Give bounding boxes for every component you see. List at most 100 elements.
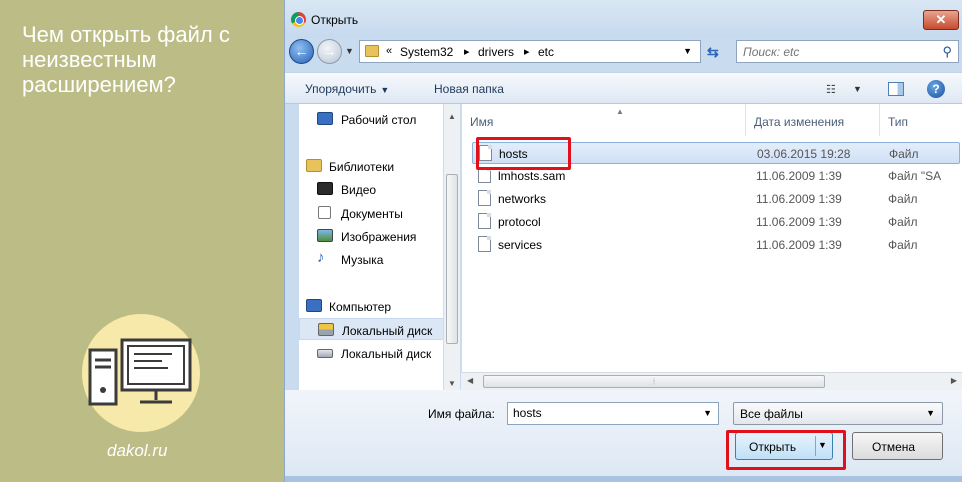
file-name: services [498, 238, 543, 252]
column-header-date[interactable]: Дата изменения [746, 104, 880, 136]
column-header-type[interactable]: Тип [880, 104, 962, 136]
chevron-right-icon[interactable]: ▸ [464, 45, 470, 58]
folder-icon [365, 45, 379, 57]
search-icon[interactable]: ⚲ [942, 44, 952, 60]
refresh-icon[interactable]: ⇆ [707, 44, 719, 61]
nav-item-label: Музыка [341, 253, 384, 267]
open-file-dialog: Открыть ✕ ← → ▼ « System32 ▸ drivers ▸ e… [284, 0, 962, 482]
file-row-networks[interactable]: networks 11.06.2009 1:39 Файл [472, 188, 960, 210]
nav-item-local-disk-d[interactable]: Локальный диск [299, 342, 459, 364]
filetype-select[interactable]: Все файлы ▼ [733, 402, 943, 425]
help-icon[interactable]: ? [927, 80, 945, 98]
nav-item-label: Компьютер [329, 300, 392, 314]
filename-dropdown-icon[interactable]: ▼ [703, 408, 712, 418]
file-name: lmhosts.sam [498, 169, 566, 183]
scroll-right-icon[interactable]: ▶ [951, 376, 957, 385]
cancel-button-label: Отмена [872, 440, 916, 454]
local-disk-icon [318, 323, 334, 336]
documents-icon [318, 206, 331, 219]
horizontal-scrollbar[interactable]: ◀ ⦙ ▶ [461, 372, 962, 390]
file-row-services[interactable]: services 11.06.2009 1:39 Файл [472, 234, 960, 256]
file-type: Файл [888, 215, 918, 229]
computer-icon [306, 299, 322, 312]
address-dropdown-icon[interactable]: ▼ [683, 46, 692, 56]
breadcrumb-system32[interactable]: System32 [400, 45, 453, 59]
view-options-icon[interactable]: ☷ [826, 83, 836, 96]
file-row-protocol[interactable]: protocol 11.06.2009 1:39 Файл [472, 211, 960, 233]
breadcrumb-etc[interactable]: etc [538, 45, 554, 59]
video-icon [317, 182, 333, 195]
file-type: Файл [889, 147, 919, 161]
file-date: 11.06.2009 1:39 [756, 215, 842, 229]
bottom-panel: Имя файла: ▼ Все файлы ▼ Открыть Отмена [285, 390, 962, 482]
file-type: Файл [888, 192, 918, 206]
filename-combo[interactable]: ▼ [507, 402, 719, 425]
cancel-button[interactable]: Отмена [852, 432, 943, 460]
file-icon [478, 236, 491, 252]
new-folder-button[interactable]: Новая папка [434, 82, 504, 96]
search-input[interactable] [743, 44, 923, 59]
scroll-up-icon[interactable]: ▲ [448, 112, 456, 121]
nav-item-desktop[interactable]: Рабочий стол [299, 108, 459, 130]
navigation-pane: Рабочий стол Библиотеки Видео Документы … [299, 104, 459, 390]
nav-item-computer[interactable]: Компьютер [299, 295, 459, 317]
nav-item-documents[interactable]: Документы [299, 202, 459, 224]
nav-item-label: Документы [341, 207, 403, 221]
file-date: 11.06.2009 1:39 [756, 238, 842, 252]
desktop-icon [317, 112, 333, 125]
filetype-dropdown-icon[interactable]: ▼ [926, 408, 935, 418]
computer-illustration-icon [82, 314, 200, 432]
nav-item-label: Рабочий стол [341, 113, 417, 127]
recent-pages-dropdown-icon[interactable]: ▼ [345, 46, 354, 56]
local-disk-icon [317, 349, 333, 358]
address-overflow[interactable]: « [386, 45, 392, 57]
nav-item-libraries[interactable]: Библиотеки [299, 155, 459, 177]
chrome-icon [291, 12, 306, 27]
view-dropdown-icon[interactable]: ▼ [853, 84, 862, 94]
column-header-name[interactable]: Имя ▲ [462, 104, 746, 136]
toolbar: Упорядочить ▼ Новая папка ☷ ▼ ? [285, 72, 962, 104]
navigation-scrollbar[interactable]: ▲ ▼ [443, 104, 460, 390]
scrollbar-thumb[interactable] [446, 174, 458, 344]
filename-label: Имя файла: [428, 407, 495, 421]
file-icon [478, 190, 491, 206]
back-button[interactable]: ← [289, 39, 314, 64]
search-box[interactable]: ⚲ [736, 40, 959, 63]
nav-item-label: Видео [341, 183, 377, 197]
nav-item-label: Библиотеки [329, 160, 395, 174]
chevron-right-icon[interactable]: ▸ [524, 45, 530, 58]
file-type: Файл [888, 238, 918, 252]
images-icon [317, 229, 333, 242]
filetype-value: Все файлы [740, 407, 803, 421]
nav-item-images[interactable]: Изображения [299, 225, 459, 247]
nav-item-music[interactable]: ♪ Музыка [299, 248, 459, 270]
close-button[interactable]: ✕ [923, 10, 959, 30]
file-name: networks [498, 192, 547, 206]
organize-label: Упорядочить [305, 82, 377, 96]
scrollbar-thumb[interactable]: ⦙ [483, 375, 825, 388]
nav-item-label: Локальный диск [342, 324, 433, 338]
scroll-down-icon[interactable]: ▼ [448, 379, 456, 388]
banner-title: Чем открыть файл с неизвестным расширени… [22, 22, 230, 97]
libraries-icon [306, 159, 322, 172]
preview-pane-icon[interactable] [888, 82, 904, 96]
sort-ascending-icon: ▲ [616, 107, 624, 116]
navigation-row: ← → ▼ « System32 ▸ drivers ▸ etc ▼ ⇆ ⚲ [285, 36, 962, 68]
file-name: protocol [498, 215, 541, 229]
open-button-highlight-annotation [726, 430, 846, 470]
file-date: 11.06.2009 1:39 [756, 169, 842, 183]
nav-item-local-disk-c[interactable]: Локальный диск [299, 318, 459, 340]
column-name-label: Имя [470, 115, 494, 129]
breadcrumb-drivers[interactable]: drivers [478, 45, 514, 59]
caret-down-icon: ▼ [380, 85, 390, 95]
scroll-left-icon[interactable]: ◀ [467, 376, 473, 385]
column-type-label: Тип [888, 115, 909, 129]
nav-item-video[interactable]: Видео [299, 178, 459, 200]
forward-button[interactable]: → [317, 39, 342, 64]
organize-button[interactable]: Упорядочить ▼ [305, 82, 389, 96]
filename-input[interactable] [513, 406, 693, 420]
hosts-highlight-annotation [476, 137, 571, 170]
address-bar[interactable]: « System32 ▸ drivers ▸ etc ▼ [359, 40, 701, 63]
window-border [285, 476, 962, 482]
dialog-title: Открыть [311, 13, 359, 27]
